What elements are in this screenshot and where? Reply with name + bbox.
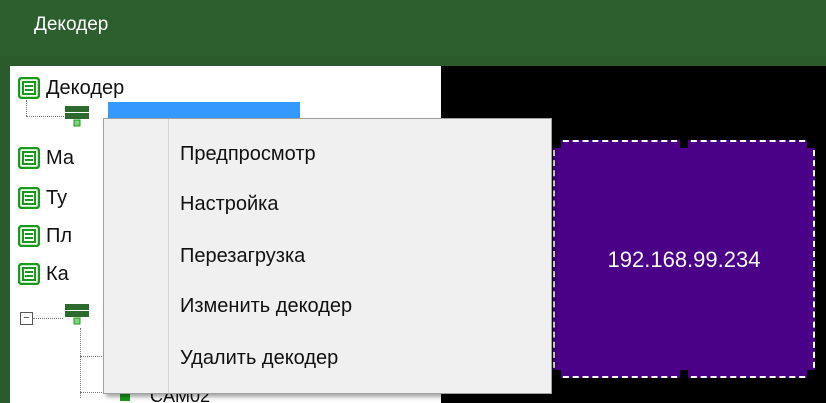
menu-item-settings[interactable]: Настройка [180,187,278,221]
context-menu: Предпросмотр Настройка Перезагрузка Изме… [103,118,552,394]
decoder-device-icon [65,106,89,127]
decoder-device-icon [65,304,89,325]
title-bar: Декодер [0,0,826,56]
group-label: Пл [46,224,73,247]
tree-group-1[interactable]: Ма [18,146,74,170]
group-label: Ту [46,186,68,209]
collapse-toggle[interactable]: − [20,312,33,325]
group-icon [18,263,40,285]
group-icon [18,225,40,247]
menu-item-delete-decoder[interactable]: Удалить декодер [180,341,338,375]
tree-group-3[interactable]: Пл [18,224,72,248]
decoder-preview-tile[interactable]: 192.168.99.234 [553,140,815,378]
menu-item-preview[interactable]: Предпросмотр [180,137,316,171]
group-label: Ка [46,262,69,285]
window-title: Декодер [34,14,109,35]
tree-root[interactable]: Декодер [18,76,124,100]
group-icon [18,187,40,209]
group-label: Ма [46,146,75,169]
tree-group-2[interactable]: Ту [18,186,67,210]
group-icon [18,147,40,169]
tree-group-4[interactable]: Ка [18,262,69,286]
tree-root-label: Декодер [46,76,125,99]
menu-item-reboot[interactable]: Перезагрузка [180,239,305,273]
decoder-group-icon [18,77,40,99]
menu-item-edit-decoder[interactable]: Изменить декодер [180,289,352,323]
tile-ip-label: 192.168.99.234 [607,247,761,272]
